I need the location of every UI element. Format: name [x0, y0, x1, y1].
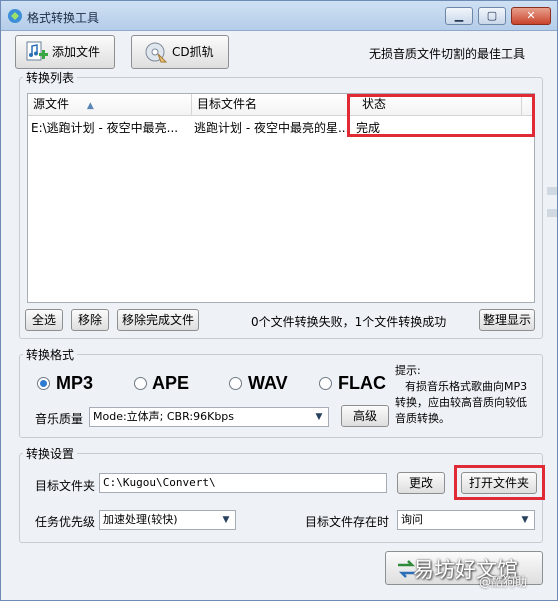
add-file-button[interactable]: 添加文件	[15, 35, 115, 69]
priority-value: 加速处理(较快)	[103, 513, 178, 526]
side-scroll-marker	[547, 187, 557, 195]
file-exists-select[interactable]: 询问 ▼	[397, 510, 535, 530]
column-header-source-label: 源文件	[33, 97, 70, 111]
cd-rip-label: CD抓轨	[172, 45, 214, 59]
radio-mp3[interactable]	[37, 377, 50, 390]
column-header-target-label: 目标文件名	[197, 97, 258, 111]
maximize-button[interactable]: ▢	[478, 7, 506, 25]
close-button[interactable]: ✕	[511, 7, 551, 25]
remove-button[interactable]: 移除	[71, 309, 109, 331]
conversion-list-title: 转换列表	[23, 69, 78, 86]
radio-flac[interactable]	[319, 377, 332, 390]
status-highlight-box	[347, 94, 535, 137]
file-exists-value: 询问	[401, 513, 423, 526]
target-folder-field[interactable]: C:\Kugou\Convert\	[99, 473, 387, 493]
chevron-down-icon: ▼	[315, 412, 323, 422]
chevron-down-icon: ▼	[222, 515, 230, 525]
slogan-text: 无损音质文件切割的最佳工具	[369, 47, 526, 61]
row-source-cell[interactable]: E:\逃跑计划 - 夜空中最亮...	[31, 118, 191, 138]
change-folder-button[interactable]: 更改	[397, 472, 445, 494]
target-folder-label: 目标文件夹	[35, 479, 96, 493]
hint-line-3: 音质转换。	[395, 412, 450, 425]
column-header-source[interactable]: 源文件 ▲	[28, 94, 192, 116]
minimize-button[interactable]: ▁	[445, 7, 473, 25]
row-target-cell[interactable]: 逃跑计划 - 夜空中最亮的星...	[194, 118, 350, 138]
minimize-icon: ▁	[454, 9, 464, 22]
select-all-button[interactable]: 全选	[25, 309, 63, 331]
quality-value: Mode:立体声; CBR:96Kbps	[93, 410, 235, 423]
format-label-flac: FLAC	[338, 373, 386, 393]
format-label-mp3: MP3	[56, 373, 94, 393]
maximize-icon: ▢	[486, 9, 498, 22]
title-bar[interactable]: 格式转换工具 ▁ ▢ ✕	[1, 1, 557, 31]
cd-icon	[145, 42, 168, 63]
format-label-wav: WAV	[248, 373, 288, 393]
advanced-button[interactable]: 高级	[341, 405, 389, 427]
add-file-label: 添加文件	[52, 45, 101, 59]
radio-wav[interactable]	[229, 377, 242, 390]
hint-line-1: 有损音乐格式歌曲向MP3	[405, 380, 528, 393]
format-converter-window: 格式转换工具 ▁ ▢ ✕ 添加文件 CD抓轨 无损音质文件切割的最佳工具 转换列…	[0, 0, 558, 601]
side-scroll-marker	[547, 209, 557, 217]
format-hint: 提示: 有损音乐格式歌曲向MP3 转换，应由较高音质向较低 音质转换。	[395, 363, 541, 427]
radio-ape[interactable]	[134, 377, 147, 390]
priority-select[interactable]: 加速处理(较快) ▼	[99, 510, 236, 530]
sort-ascending-icon: ▲	[86, 101, 94, 111]
chevron-down-icon: ▼	[521, 515, 529, 525]
conversion-summary: 0个文件转换失败，1个文件转换成功	[251, 315, 447, 329]
hint-title: 提示:	[395, 364, 421, 377]
quality-select[interactable]: Mode:立体声; CBR:96Kbps ▼	[89, 407, 329, 427]
file-exists-label: 目标文件存在时	[305, 515, 390, 529]
cd-rip-button[interactable]: CD抓轨	[131, 35, 229, 69]
add-music-file-icon	[26, 41, 48, 61]
quality-label: 音乐质量	[35, 412, 84, 426]
arrange-display-button[interactable]: 整理显示	[479, 309, 535, 331]
window-title: 格式转换工具	[27, 11, 100, 25]
column-header-target[interactable]: 目标文件名	[192, 94, 350, 116]
open-folder-highlight-box	[454, 465, 545, 500]
hint-line-2: 转换，应由较高音质向较低	[395, 396, 527, 409]
app-icon	[8, 9, 22, 23]
settings-group-title: 转换设置	[23, 445, 78, 462]
priority-label: 任务优先级	[35, 515, 96, 529]
format-label-ape: APE	[152, 373, 190, 393]
format-group-title: 转换格式	[23, 346, 78, 363]
remove-completed-button[interactable]: 移除完成文件	[117, 309, 199, 331]
watermark-subtext: @酷狗助	[479, 575, 528, 589]
close-icon: ✕	[526, 9, 536, 22]
